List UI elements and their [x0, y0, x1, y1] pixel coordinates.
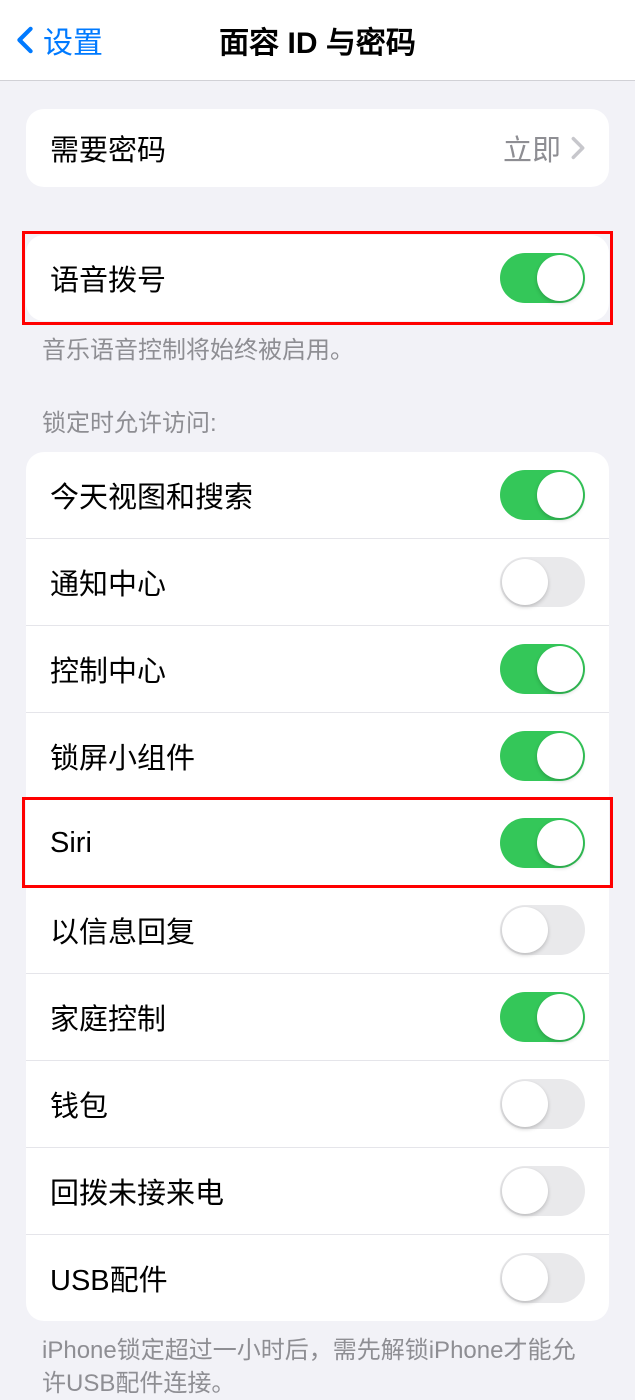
voice-dial-label: 语音拨号 — [50, 257, 166, 299]
navigation-bar: 设置 面容 ID 与密码 — [0, 0, 635, 81]
lock-access-toggle[interactable] — [500, 818, 585, 868]
lock-access-row: 通知中心 — [26, 538, 609, 625]
lock-access-row: 家庭控制 — [26, 973, 609, 1060]
lock-access-label: 以信息回复 — [50, 909, 195, 951]
lock-access-header: 锁定时允许访问: — [0, 403, 635, 452]
voice-dial-row: 语音拨号 — [26, 235, 609, 321]
lock-access-label: 锁屏小组件 — [50, 735, 195, 777]
lock-access-row: 钱包 — [26, 1060, 609, 1147]
lock-access-label: USB配件 — [50, 1257, 168, 1299]
lock-access-label: 家庭控制 — [50, 996, 166, 1038]
lock-access-toggle[interactable] — [500, 905, 585, 955]
lock-access-label: 钱包 — [50, 1083, 108, 1125]
lock-access-toggle[interactable] — [500, 470, 585, 520]
lock-access-label: 通知中心 — [50, 561, 166, 603]
lock-access-row: 控制中心 — [26, 625, 609, 712]
lock-access-row: 今天视图和搜索 — [26, 452, 609, 538]
voice-dial-footer: 音乐语音控制将始终被启用。 — [0, 321, 635, 367]
voice-dial-toggle[interactable] — [500, 253, 585, 303]
lock-access-toggle[interactable] — [500, 557, 585, 607]
lock-access-toggle[interactable] — [500, 1079, 585, 1129]
lock-access-toggle[interactable] — [500, 1166, 585, 1216]
lock-access-row: Siri — [26, 799, 609, 886]
lock-access-toggle[interactable] — [500, 644, 585, 694]
lock-access-label: 今天视图和搜索 — [50, 474, 253, 516]
lock-access-row: 锁屏小组件 — [26, 712, 609, 799]
lock-access-label: Siri — [50, 827, 92, 860]
lock-access-row: USB配件 — [26, 1234, 609, 1321]
lock-access-footer: iPhone锁定超过一小时后，需先解锁iPhone才能允许USB配件连接。 — [0, 1321, 635, 1400]
chevron-right-icon — [571, 136, 585, 160]
back-button[interactable]: 设置 — [15, 18, 103, 62]
lock-access-row: 回拨未接来电 — [26, 1147, 609, 1234]
page-title: 面容 ID 与密码 — [219, 18, 416, 62]
back-label: 设置 — [43, 18, 103, 62]
lock-access-row: 以信息回复 — [26, 886, 609, 973]
lock-access-toggle[interactable] — [500, 1253, 585, 1303]
lock-access-toggle[interactable] — [500, 731, 585, 781]
lock-access-toggle[interactable] — [500, 992, 585, 1042]
require-passcode-label: 需要密码 — [50, 127, 166, 169]
require-passcode-value: 立即 — [503, 127, 561, 169]
lock-access-label: 回拨未接来电 — [50, 1170, 224, 1212]
lock-access-label: 控制中心 — [50, 648, 166, 690]
chevron-left-icon — [15, 26, 35, 54]
require-passcode-row[interactable]: 需要密码 立即 — [26, 109, 609, 187]
